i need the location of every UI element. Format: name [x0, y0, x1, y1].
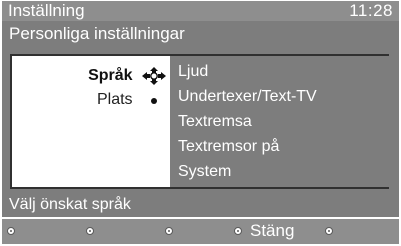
remote-button-icon: [7, 227, 15, 235]
tv-menu-screen: Inställning 11:28 Personliga inställning…: [0, 0, 401, 246]
close-key-label: Stäng: [250, 221, 295, 240]
remote-button-icon: [86, 227, 94, 235]
submenu-item-system[interactable]: System: [178, 162, 231, 182]
bullet-dot-icon: [141, 90, 167, 110]
submenu-item-ljud[interactable]: Ljud: [178, 62, 208, 82]
remote-button-icon: [165, 227, 173, 235]
submenu-item-undertexter[interactable]: Undertexer/Text-TV: [178, 87, 317, 107]
menu-title: Inställning: [8, 1, 85, 20]
menu-item-plats[interactable]: Plats: [97, 90, 167, 110]
navigation-cross-icon: [141, 66, 167, 86]
hint-text: Välj önskat språk: [9, 196, 131, 213]
hint-bar: Välj önskat språk: [2, 193, 399, 217]
submenu-item-textremsor-pa[interactable]: Textremsor på: [178, 137, 279, 157]
remote-button-icon: [234, 227, 242, 235]
footer-key-bar: Stäng: [2, 219, 399, 244]
submenu-panel: Ljud Undertexer/Text-TV Textremsa Textre…: [170, 56, 389, 187]
menu-box: Språk Plats Ljud Undertexer/Text-TV Text…: [10, 54, 389, 189]
menu-item-label: Plats: [96, 91, 133, 108]
submenu-title: Personliga inställningar: [9, 24, 185, 43]
menu-item-sprak[interactable]: Språk: [88, 66, 167, 86]
subtitle-bar: Personliga inställningar: [2, 21, 399, 47]
menu-panel: Språk Plats Ljud Undertexer/Text-TV Text…: [2, 47, 399, 193]
clock: 11:28: [349, 1, 393, 20]
menu-item-label: Språk: [88, 67, 133, 84]
submenu-item-textremsa[interactable]: Textremsa: [178, 112, 252, 132]
title-bar: Inställning 11:28: [2, 1, 399, 21]
remote-button-icon: [325, 227, 333, 235]
left-menu-list: Språk Plats: [12, 56, 167, 187]
